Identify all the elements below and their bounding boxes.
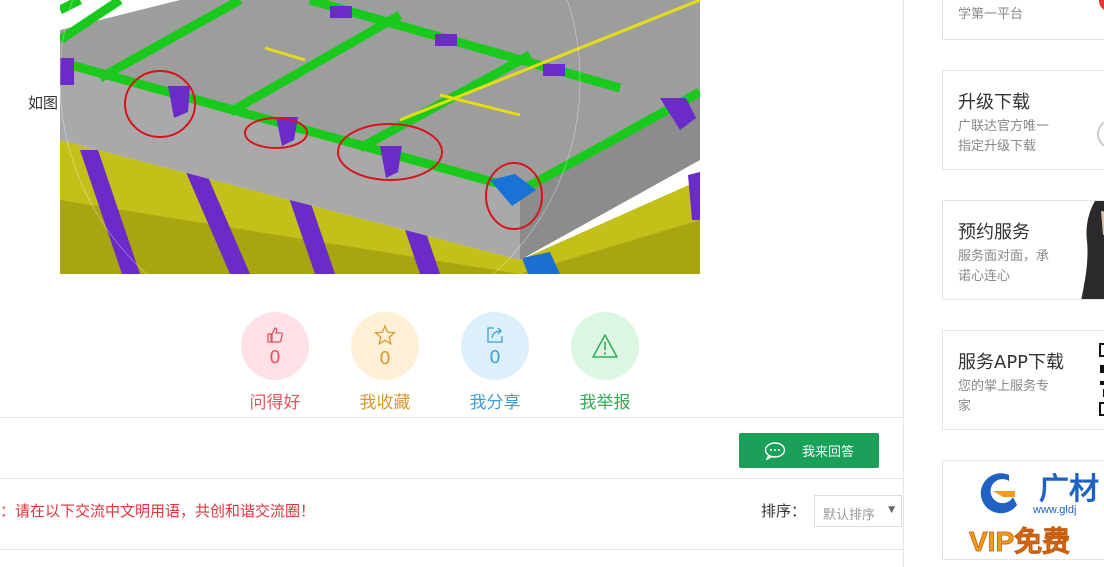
chat-bubble-icon: [764, 441, 786, 460]
civility-notice: ：请在以下交流中文明用语，共创和谐交流圈！: [0, 502, 316, 520]
sort-selected-value: 默认排序: [823, 508, 876, 523]
like-circle: 0: [241, 312, 309, 380]
sidebar-card-appointment[interactable]: 预约服务 服务面对面，承诺心连心: [942, 200, 1104, 300]
sidebar-card-learning[interactable]: 学第一平台: [942, 0, 1104, 40]
red-badge-icon: [1099, 0, 1104, 11]
caption-text: 如图: [28, 94, 59, 112]
caret-down-icon: ▼: [888, 505, 895, 515]
qr-code-icon: [1099, 343, 1104, 416]
report-label: 我举报: [579, 393, 631, 413]
3d-model-illustration: [60, 0, 700, 274]
sidebar-card-app-download[interactable]: 服务APP下载 您的掌上服务专家: [942, 330, 1104, 430]
card-desc: 服务面对面，承诺心连心: [958, 249, 1050, 284]
card-desc: 您的掌上服务专家: [958, 379, 1050, 414]
sidebar-banner-vip[interactable]: 广材 www.gldj VIP免费: [942, 460, 1104, 560]
sort-label: 排序：: [761, 502, 807, 520]
share-icon: [487, 326, 503, 343]
card-title: 服务APP下载: [958, 352, 1065, 373]
service-person-icon: [1081, 201, 1104, 299]
favorite-count: 0: [379, 347, 391, 369]
star-icon: [374, 323, 396, 345]
share-label: 我分享: [469, 393, 521, 413]
download-icon: [1097, 119, 1104, 149]
divider: [0, 549, 904, 550]
warning-icon: [592, 334, 618, 358]
like-button[interactable]: 0 问得好: [235, 312, 315, 413]
sort-select[interactable]: 默认排序 ▼: [814, 495, 902, 527]
banner-url-text: www.gldj: [1032, 504, 1076, 516]
answer-button[interactable]: 我来回答: [739, 433, 879, 468]
report-button[interactable]: 我举报: [565, 312, 645, 413]
report-circle: [571, 312, 639, 380]
gldjc-vip-banner: 广材 www.gldj VIP免费: [969, 473, 1099, 557]
banner-promo-text: VIP免费: [969, 526, 1070, 557]
divider: [0, 417, 904, 418]
model-screenshot-image: [60, 0, 700, 274]
card-desc: 学第一平台: [958, 7, 1024, 22]
share-count: 0: [489, 346, 501, 368]
sidebar-card-upgrade[interactable]: 升级下载 广联达官方唯一指定升级下载: [942, 70, 1104, 170]
thumbs-up-icon: [267, 326, 283, 343]
main-content: 如图 0 问得好 0 我收藏 0 我分享 我举报 我来回答 ：请在以下交流中文明…: [0, 0, 904, 567]
share-button[interactable]: 0 我分享: [455, 312, 535, 413]
favorite-button[interactable]: 0 我收藏: [345, 312, 425, 413]
divider: [0, 478, 904, 479]
share-circle: 0: [461, 312, 529, 380]
like-count: 0: [269, 346, 281, 368]
answer-button-label: 我来回答: [801, 445, 854, 460]
favorite-circle: 0: [351, 312, 419, 380]
card-title: 升级下载: [958, 92, 1030, 113]
card-desc: 广联达官方唯一指定升级下载: [958, 119, 1050, 154]
card-title: 预约服务: [958, 222, 1030, 243]
banner-logo-text: 广材: [1039, 473, 1099, 506]
like-label: 问得好: [249, 393, 301, 413]
action-bar: 0 问得好 0 我收藏 0 我分享 我举报: [0, 312, 904, 422]
favorite-label: 我收藏: [359, 393, 411, 413]
